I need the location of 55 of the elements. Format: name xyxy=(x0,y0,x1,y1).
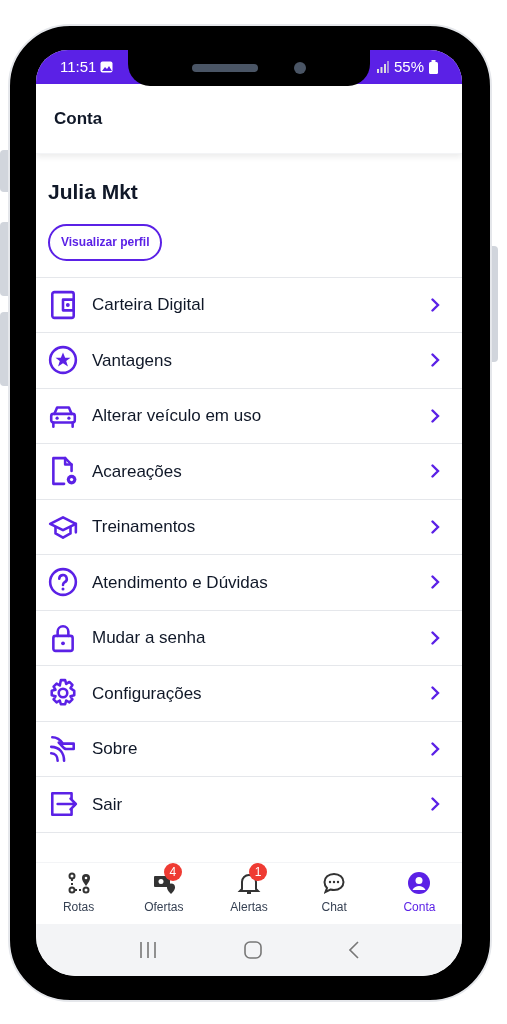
back-icon[interactable] xyxy=(348,941,359,959)
battery-percentage: 55% xyxy=(393,56,424,77)
menu-item[interactable]: Acareações xyxy=(36,444,462,500)
user-avatar-icon xyxy=(407,871,432,895)
help-icon xyxy=(48,567,78,598)
menu-item-label: Vantagens xyxy=(92,349,174,372)
menu-item[interactable]: Carteira Digital xyxy=(36,277,462,333)
chevron-right-icon xyxy=(431,630,440,645)
chevron-right-icon xyxy=(431,741,440,756)
view-profile-button[interactable]: Visualizar perfil xyxy=(48,223,163,261)
menu-item-label: Configurações xyxy=(92,682,203,705)
chevron-right-icon xyxy=(431,575,440,590)
tab-bar-item[interactable]: Rotas xyxy=(36,863,122,924)
menu-item-label: Treinamentos xyxy=(92,516,197,538)
chat-bubble-icon xyxy=(322,871,347,895)
chevron-right-icon xyxy=(431,686,440,701)
wallet-icon xyxy=(48,289,78,320)
menu-item[interactable]: Configurações xyxy=(36,666,462,722)
menu-item[interactable]: Treinamentos xyxy=(36,499,462,555)
menu-item[interactable]: Alterar veículo em uso xyxy=(36,388,462,444)
menu-item-label: Alterar veículo em uso xyxy=(92,405,263,427)
route-icon xyxy=(66,871,91,895)
notification-badge: 1 xyxy=(249,863,267,881)
menu-item[interactable]: Atendimento e Dúvidas xyxy=(36,555,462,611)
menu-item-label: Carteira Digital xyxy=(92,294,206,316)
chevron-right-icon xyxy=(431,464,440,479)
tab-bar-item[interactable]: Conta xyxy=(376,863,462,924)
signal-icon xyxy=(376,61,389,73)
chevron-right-icon xyxy=(431,353,440,368)
home-icon[interactable] xyxy=(244,941,262,959)
menu-item-label: Atendimento e Dúvidas xyxy=(92,571,269,594)
menu-item[interactable]: Vantagens xyxy=(36,333,462,389)
profile-name: Julia Mkt xyxy=(48,179,139,205)
chevron-right-icon xyxy=(431,297,440,312)
tab-bar-item[interactable]: 1 Alertas xyxy=(206,863,292,924)
clock: 11:51 xyxy=(60,56,97,77)
menu-item-label: Mudar a senha xyxy=(92,627,207,649)
menu-item-label: Sair xyxy=(92,793,124,816)
page-title: Conta xyxy=(54,107,103,130)
road-icon xyxy=(48,733,78,764)
chevron-right-icon xyxy=(431,408,440,423)
menu-item[interactable]: Mudar a senha xyxy=(36,610,462,666)
settings-icon xyxy=(48,678,78,709)
menu-item[interactable]: Sair xyxy=(36,777,462,833)
menu-item[interactable]: Sobre xyxy=(36,721,462,777)
tab-bar-item[interactable]: 4 Ofertas xyxy=(121,863,207,924)
battery-icon xyxy=(429,60,438,74)
chevron-right-icon xyxy=(431,797,440,812)
recent-apps-icon[interactable] xyxy=(139,942,158,958)
notification-badge: 4 xyxy=(163,863,182,881)
tab-bar-item[interactable]: Chat xyxy=(291,863,377,924)
menu-item-label: Sobre xyxy=(92,738,139,760)
image-icon xyxy=(100,61,114,73)
menu-item-label: Acareações xyxy=(92,460,183,483)
chevron-right-icon xyxy=(431,519,440,534)
